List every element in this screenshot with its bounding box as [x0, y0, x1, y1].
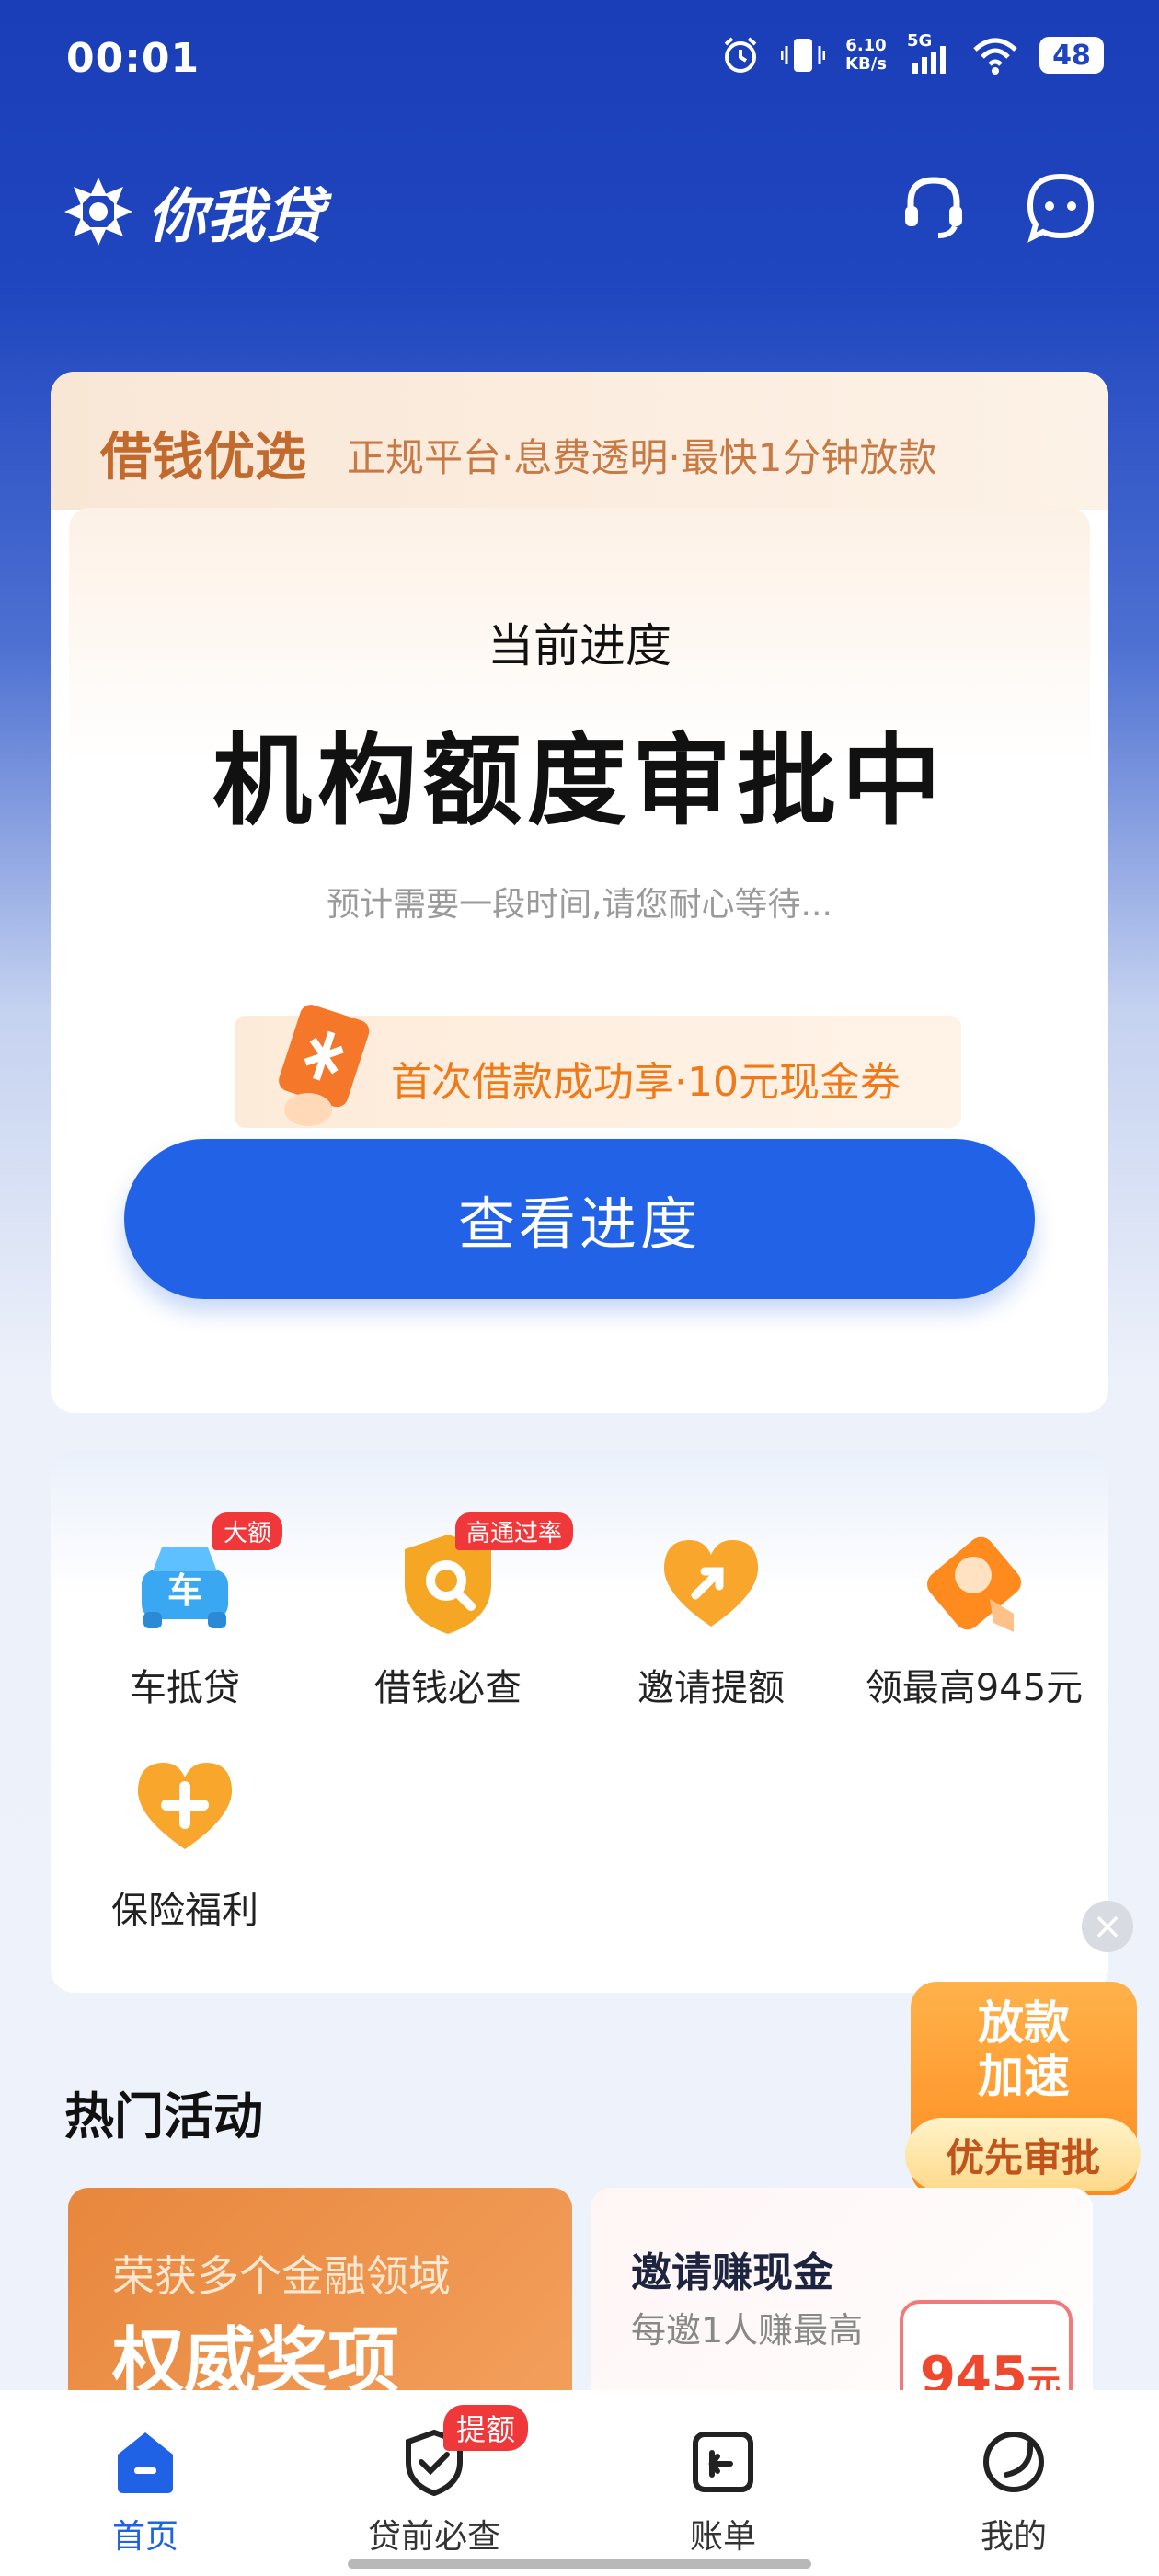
- activity-invite-subtitle: 每邀1人赚最高: [631, 2310, 864, 2351]
- progress-status: 机构额度审批中: [212, 724, 947, 839]
- red-packet-icon: [914, 1524, 1034, 1643]
- profile-icon: [979, 2427, 1049, 2497]
- message-button[interactable]: [1025, 171, 1096, 243]
- service-label: 领最高945元: [865, 1667, 1084, 1709]
- service-label: 保险福利: [111, 1890, 258, 1932]
- priority-approval-button[interactable]: 优先审批: [905, 2118, 1141, 2191]
- service-loan-check[interactable]: 高通过率 借钱必查: [328, 1512, 574, 1711]
- service-invite-raise[interactable]: 邀请提额: [591, 1524, 831, 1711]
- view-progress-button[interactable]: 查看进度: [124, 1139, 1035, 1299]
- chat-icon: [1027, 173, 1095, 243]
- service-insurance[interactable]: 保险福利: [65, 1746, 304, 1934]
- hot-activities-title: 热门活动: [64, 2087, 263, 2145]
- service-car-loan[interactable]: 车 大额 车抵贷: [65, 1512, 304, 1711]
- promo-title-line1: 放款: [978, 1996, 1070, 2050]
- promo-title: 放款 加速: [911, 1996, 1137, 2103]
- tab-mine[interactable]: 我的: [922, 2427, 1106, 2558]
- tab-loan-check[interactable]: 提额 贷前必查: [342, 2405, 529, 2558]
- bottom-tab-bar: 首页 提额 贷前必查 账单 我的: [0, 2390, 1159, 2576]
- service-badge: 高通过率: [455, 1512, 574, 1550]
- tab-home[interactable]: 首页: [53, 2427, 237, 2558]
- tab-label: 账单: [689, 2518, 756, 2556]
- service-label: 车抵贷: [130, 1667, 240, 1709]
- status-time: 00:01: [66, 35, 201, 82]
- net-speed-unit: KB/s: [845, 54, 887, 74]
- net-speed-value: 6.10: [845, 36, 887, 55]
- activity-awards-subtitle: 荣获多个金融领域: [112, 2251, 451, 2301]
- customer-service-button[interactable]: [898, 171, 970, 243]
- heart-arrow-icon: [651, 1524, 771, 1643]
- card-title: 借钱优选: [100, 428, 306, 488]
- float-close-button[interactable]: ×: [1082, 1901, 1133, 1952]
- svg-text:车: 车: [167, 1570, 202, 1611]
- home-icon: [110, 2427, 180, 2497]
- tab-bills[interactable]: 账单: [631, 2427, 815, 2558]
- signal-icon: [912, 46, 946, 74]
- service-claim-bonus[interactable]: 领最高945元: [855, 1524, 1094, 1711]
- heart-plus-icon: [125, 1746, 245, 1866]
- tab-label: 我的: [980, 2518, 1047, 2556]
- service-label: 邀请提额: [637, 1667, 785, 1709]
- service-badge: 大额: [212, 1512, 283, 1550]
- card-subtitle: 正规平台·息费透明·最快1分钟放款: [347, 435, 937, 480]
- progress-panel: 当前进度 机构额度审批中 预计需要一段时间,请您耐心等待... 首次借款成功享·…: [69, 508, 1090, 1152]
- services-card: 车 大额 车抵贷 高通过率 借钱必查 邀请提额 领最高945元 保险福利: [51, 1450, 1108, 1993]
- tab-label: 贷前必查: [367, 2518, 500, 2556]
- tab-label: 首页: [111, 2518, 178, 2556]
- bill-icon: [688, 2427, 758, 2497]
- brand-mark-icon: [64, 178, 132, 246]
- signal: 5G: [907, 31, 951, 75]
- vibrate-icon: [781, 39, 826, 72]
- card-header: 借钱优选 正规平台·息费透明·最快1分钟放款: [51, 372, 1108, 510]
- brand-name: 你我贷: [147, 183, 324, 251]
- coupon-ticket-icon: [279, 1005, 370, 1126]
- tab-badge: 提额: [443, 2405, 529, 2451]
- net-speed: 6.10 KB/s: [845, 37, 887, 74]
- progress-hint: 预计需要一段时间,请您耐心等待...: [327, 886, 832, 924]
- promo-title-line2: 加速: [978, 2050, 1070, 2103]
- home-indicator[interactable]: [348, 2559, 811, 2569]
- alarm-icon: [724, 37, 757, 73]
- close-icon: ×: [1092, 1905, 1123, 1948]
- status-icons: 6.10 KB/s 5G 48: [720, 31, 1104, 75]
- service-label: 借钱必查: [374, 1667, 522, 1709]
- headset-icon: [905, 177, 962, 238]
- loan-speedup-promo[interactable]: 放款 加速 优先审批: [905, 1982, 1141, 2195]
- brand-logo: 你我贷: [63, 169, 324, 254]
- activity-invite-title: 邀请赚现金: [631, 2249, 833, 2296]
- wifi-icon: [973, 38, 1017, 75]
- loan-progress-card: 借钱优选 正规平台·息费透明·最快1分钟放款 当前进度 机构额度审批中 预计需要…: [51, 372, 1108, 1413]
- coupon-text: 首次借款成功享·10元现金券: [391, 1059, 901, 1106]
- battery-indicator: 48: [1039, 37, 1104, 74]
- coupon-banner: 首次借款成功享·10元现金券: [235, 1005, 961, 1128]
- progress-label: 当前进度: [488, 619, 671, 673]
